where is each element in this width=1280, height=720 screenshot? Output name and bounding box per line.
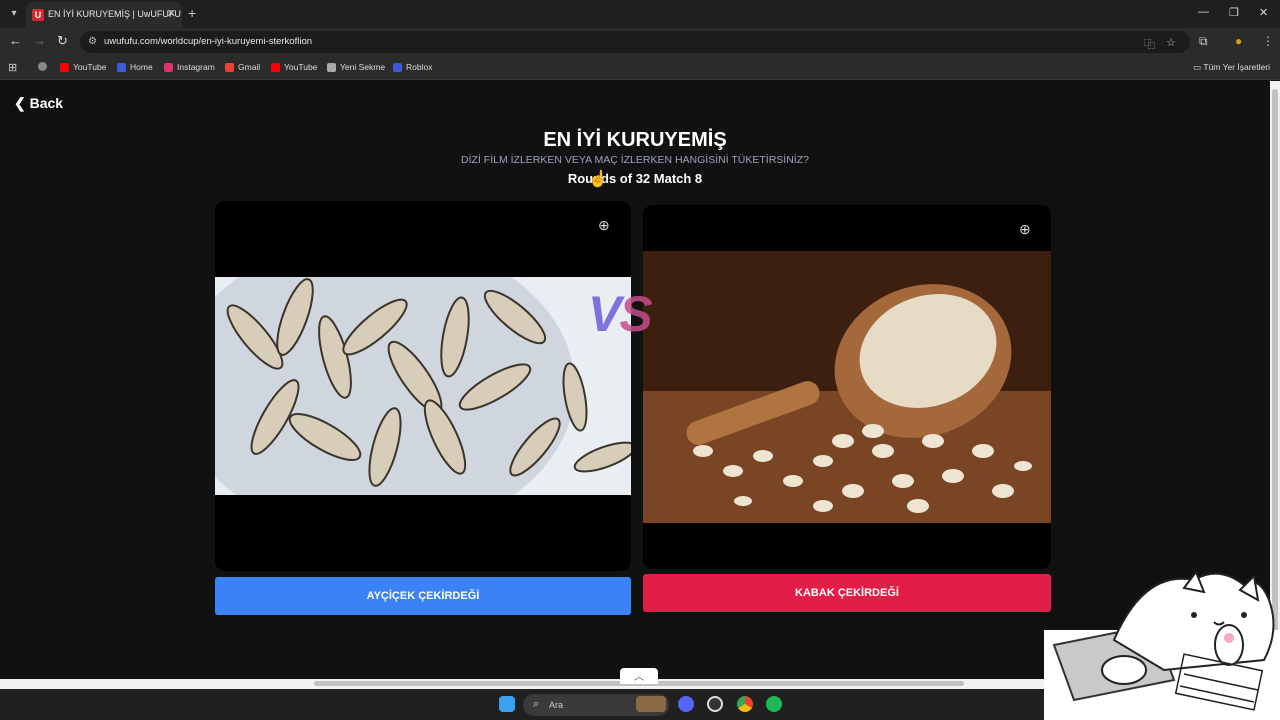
bookmark-roblox[interactable]: Roblox [393, 62, 432, 72]
profile-icon[interactable]: ● [1235, 34, 1242, 48]
round-indicator: Rounds of 32 Match 8 [567, 171, 703, 186]
bookmark-new-tab[interactable]: Yeni Sekme [327, 62, 385, 72]
zoom-icon[interactable]: ⊕ [598, 217, 610, 234]
url-text[interactable]: uwufufu.com/worldcup/en-iyi-kuruyemi-ste… [104, 36, 312, 47]
youtube-icon [271, 62, 280, 72]
address-bar[interactable]: ⚙ uwufufu.com/worldcup/en-iyi-kuruyemi-s… [80, 31, 1190, 53]
folder-icon: ▭ [1193, 62, 1204, 72]
search-highlight-icon[interactable] [636, 696, 666, 712]
versus-label: VS [588, 286, 653, 342]
sunflower-seeds-image[interactable] [215, 277, 631, 495]
back-arrow-icon[interactable]: ← [9, 33, 22, 48]
menu-kebab-icon[interactable]: ⋮ [1262, 34, 1274, 48]
page-icon [327, 62, 336, 72]
instagram-icon [164, 62, 173, 72]
minimize-icon[interactable]: — [1198, 6, 1209, 18]
translate-icon[interactable]: ⿻ [1144, 36, 1155, 52]
obs-icon[interactable] [707, 696, 723, 712]
spotify-icon[interactable] [766, 696, 782, 712]
browser-tab[interactable]: U EN İYİ KURUYEMİŞ | UwUFUFU ✕ [26, 2, 182, 28]
new-tab-icon[interactable]: + [188, 5, 196, 21]
search-icon: ⌕ [533, 698, 540, 710]
home-icon [117, 62, 126, 72]
bookmark-youtube[interactable]: YouTube [60, 62, 106, 72]
tab-favicon-icon: U [32, 9, 44, 21]
tab-close-icon[interactable]: ✕ [167, 7, 176, 20]
page-title: EN İYİ KURUYEMİŞ [543, 129, 727, 151]
windows-start-icon[interactable] [499, 696, 515, 712]
forward-arrow-icon[interactable]: → [33, 33, 46, 48]
pumpkin-seeds-image[interactable] [643, 251, 1051, 523]
bookmark-star-icon[interactable]: ☆ [1166, 36, 1176, 49]
globe-icon[interactable] [38, 62, 47, 71]
restore-icon[interactable]: ❐ [1229, 6, 1239, 19]
extensions-icon[interactable]: ⧉ [1199, 34, 1208, 49]
back-button[interactable]: ❮ Back [14, 95, 63, 112]
discord-icon[interactable] [678, 696, 694, 712]
right-choice-card[interactable]: ⊕ [643, 205, 1051, 569]
youtube-icon [60, 62, 69, 72]
chevron-left-icon: ❮ [14, 95, 30, 111]
browser-toolbar: ← → ↻ ⚙ uwufufu.com/worldcup/en-iyi-kuru… [0, 28, 1280, 56]
site-info-icon[interactable]: ⚙ [88, 36, 100, 48]
gmail-icon [225, 62, 234, 72]
roblox-icon [393, 62, 402, 72]
choose-right-button[interactable]: KABAK ÇEKİRDEĞİ [643, 574, 1051, 612]
apps-grid-icon[interactable]: ⊞ [8, 61, 17, 74]
mouse-pointer-icon: ☝ [588, 171, 608, 188]
bookmark-youtube-2[interactable]: YouTube [271, 62, 317, 72]
page-subtitle: DİZİ FİLM İZLERKEN VEYA MAÇ İZLERKEN HAN… [461, 154, 809, 166]
tab-title: EN İYİ KURUYEMİŞ | UwUFUFU [48, 9, 181, 19]
bookmarks-bar: ⊞ YouTube Home Instagram Gmail YouTube Y… [0, 56, 1280, 80]
close-window-icon[interactable]: ✕ [1259, 6, 1268, 19]
bookmark-instagram[interactable]: Instagram [164, 62, 215, 72]
all-bookmarks[interactable]: ▭ Tüm Yer İşaretleri [1193, 62, 1270, 73]
chrome-icon[interactable] [737, 696, 753, 712]
zoom-icon[interactable]: ⊕ [1019, 221, 1031, 238]
choose-left-button[interactable]: AYÇİÇEK ÇEKİRDEĞİ [215, 577, 631, 615]
chevron-up-icon[interactable]: ︿ [620, 668, 658, 684]
bookmark-home[interactable]: Home [117, 62, 153, 72]
left-choice-card[interactable]: ⊕ [215, 201, 631, 571]
bongo-cat-overlay [1044, 570, 1280, 720]
reload-icon[interactable]: ↻ [57, 33, 68, 49]
bookmark-gmail[interactable]: Gmail [225, 62, 260, 72]
tab-list-icon[interactable]: ▾ [6, 6, 22, 22]
tab-strip: ▾ U EN İYİ KURUYEMİŞ | UwUFUFU ✕ + — ❐ ✕ [0, 0, 1280, 28]
